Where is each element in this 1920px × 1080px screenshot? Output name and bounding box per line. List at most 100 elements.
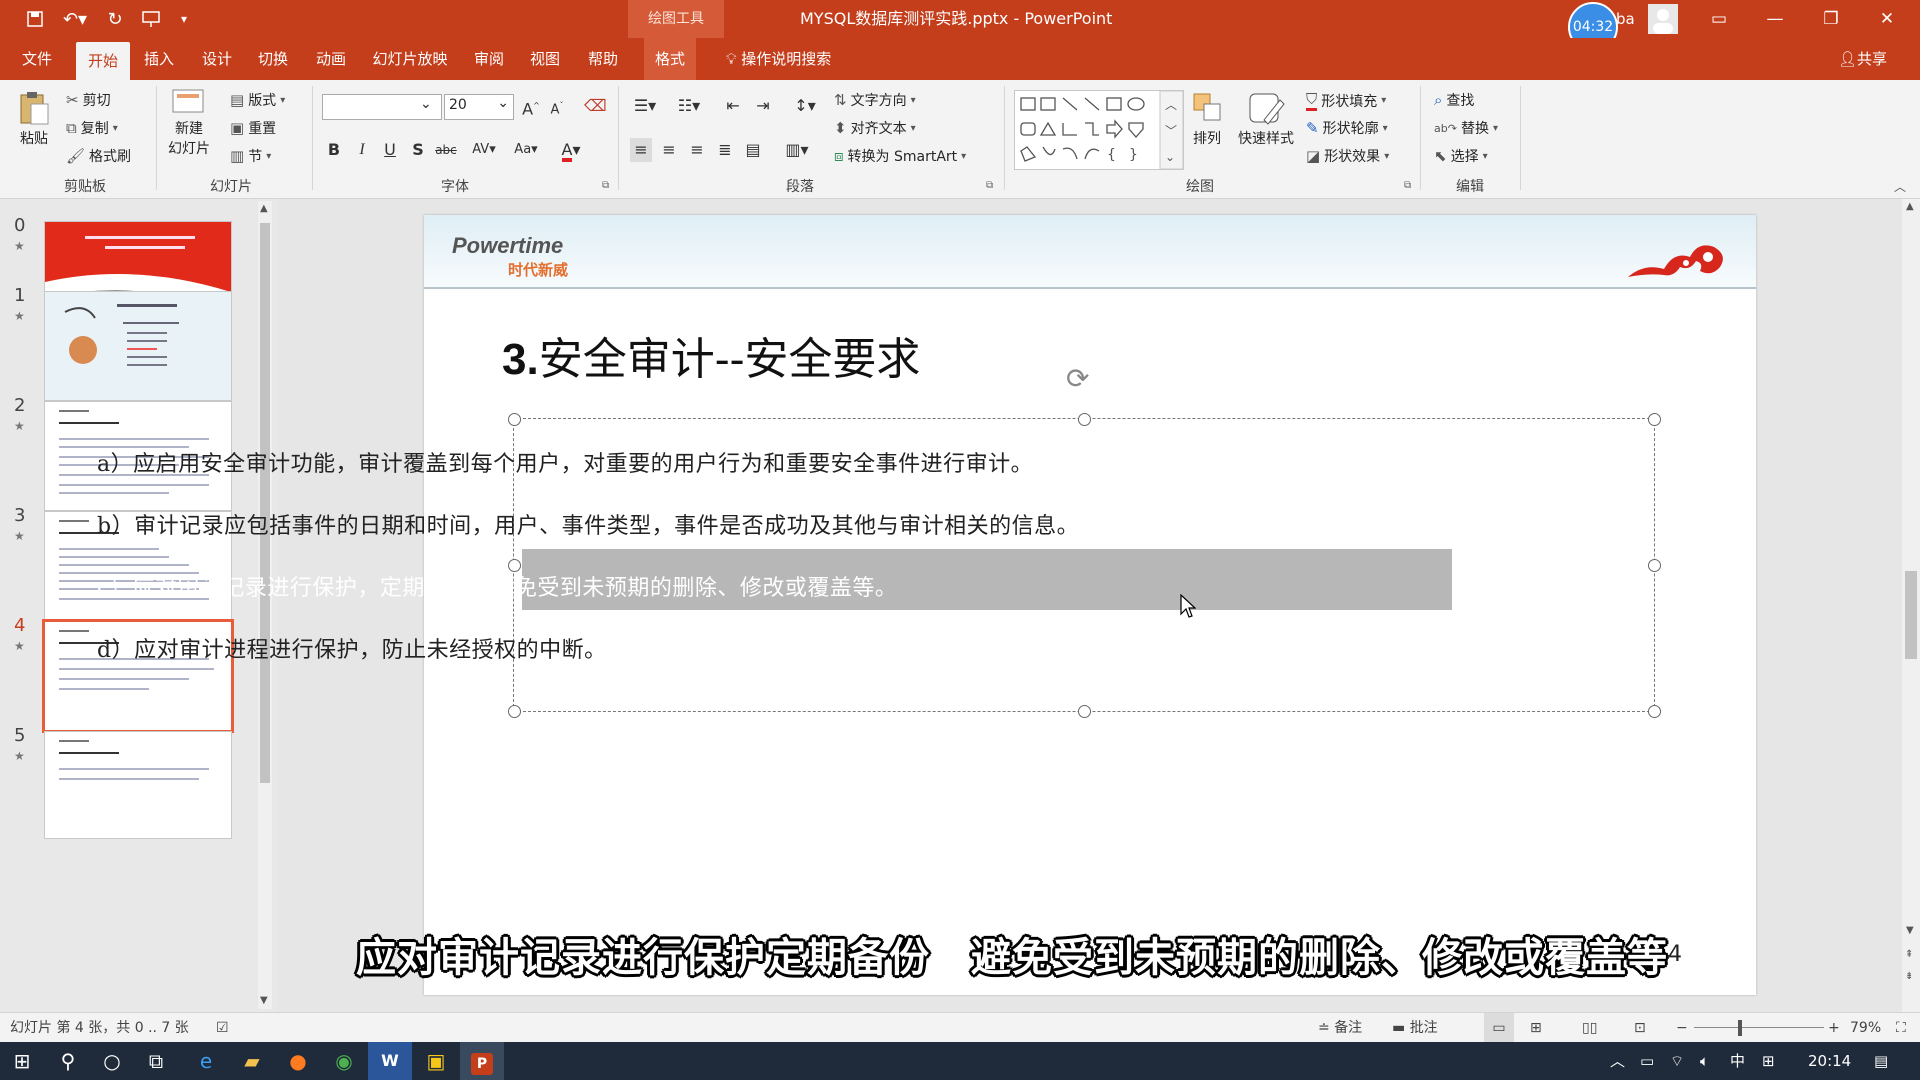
search-icon[interactable]: ⚲ — [46, 1042, 90, 1080]
input-method-icon[interactable]: ⊞ — [1762, 1042, 1775, 1080]
quick-styles-button[interactable]: 快速样式 — [1238, 90, 1294, 148]
font-size-input[interactable]: 20 ⌄ — [444, 94, 514, 120]
scroll-down-icon[interactable]: ▼ — [1906, 925, 1914, 936]
zoom-level[interactable]: 79% — [1850, 1013, 1881, 1043]
chrome-icon[interactable]: ◉ — [322, 1042, 366, 1080]
tab-help[interactable]: 帮助 — [580, 38, 626, 80]
bullet-line-c[interactable]: c）应对审计记录进行保护，定期备份，避免受到未预期的删除、修改或覆盖等。 — [97, 570, 897, 602]
underline-icon[interactable]: U — [379, 138, 401, 162]
minimize-icon[interactable]: — — [1752, 0, 1798, 38]
zoom-in-icon[interactable]: + — [1828, 1013, 1840, 1043]
shrink-font-icon[interactable]: Aˇ — [546, 94, 568, 118]
bold-icon[interactable]: B — [323, 138, 345, 162]
notification-icon[interactable]: ▤ — [1874, 1042, 1888, 1080]
tab-view[interactable]: 视图 — [522, 38, 568, 80]
resize-handle[interactable] — [508, 705, 521, 718]
numbering-icon[interactable]: ☷▾ — [672, 94, 706, 118]
line-spacing-icon[interactable]: ↕▾ — [790, 94, 820, 118]
tab-home[interactable]: 开始 — [76, 42, 130, 80]
redo-icon[interactable]: ↻ — [102, 6, 128, 32]
firefox-icon[interactable]: ● — [276, 1042, 320, 1080]
increase-indent-icon[interactable]: ⇥ — [752, 94, 774, 118]
ime-indicator[interactable]: 中 — [1730, 1042, 1745, 1080]
text-direction-button[interactable]: ⇅ 文字方向 ▾ — [834, 90, 916, 110]
task-view-icon[interactable]: ⧉ — [134, 1042, 178, 1080]
slide-scrollbar[interactable]: ▲ ▼ ⇞ ⇟ — [1902, 199, 1920, 1012]
resize-handle[interactable] — [1648, 559, 1661, 572]
chevron-down-icon[interactable]: ⌄ — [420, 96, 432, 112]
customize-icon[interactable]: ▾ — [174, 6, 194, 32]
word-icon[interactable]: W — [368, 1042, 412, 1080]
powerpoint-icon[interactable]: P — [460, 1042, 504, 1080]
columns-icon[interactable]: ▥▾ — [780, 138, 814, 162]
format-painter-button[interactable]: 🖌︎ 格式刷 — [66, 146, 131, 166]
reading-view-icon[interactable]: ▯▯ — [1582, 1013, 1597, 1043]
edge-icon[interactable]: e — [184, 1042, 228, 1080]
align-center-icon[interactable]: ≡ — [658, 138, 680, 162]
share-button[interactable]: 👤︎共享 — [1838, 38, 1887, 80]
layout-button[interactable]: ▤ 版式 ▾ — [230, 90, 285, 110]
tab-review[interactable]: 审阅 — [466, 38, 512, 80]
shadow-icon[interactable]: S — [407, 138, 429, 162]
ribbon-display-icon[interactable]: ▭ — [1696, 0, 1742, 38]
scroll-up-icon[interactable]: ▲ — [1906, 201, 1914, 212]
align-right-icon[interactable]: ≡ — [686, 138, 708, 162]
bullet-line-b[interactable]: b）审计记录应包括事件的日期和时间，用户、事件类型，事件是否成功及其他与审计相关… — [97, 508, 1079, 540]
distributed-icon[interactable]: ▤ — [742, 138, 764, 162]
italic-icon[interactable]: I — [351, 138, 373, 162]
tab-insert[interactable]: 插入 — [136, 38, 182, 80]
decrease-indent-icon[interactable]: ⇤ — [722, 94, 744, 118]
windows-start-icon[interactable]: ⊞ — [0, 1042, 44, 1080]
cortana-icon[interactable]: ○ — [90, 1042, 134, 1080]
sticky-notes-icon[interactable]: ▣ — [414, 1042, 458, 1080]
shapes-gallery[interactable]: {} ︿ ﹀ ⌄ — [1014, 90, 1184, 170]
slide-heading[interactable]: 3.安全审计--安全要求 — [502, 323, 920, 387]
section-button[interactable]: ▥ 节 ▾ — [230, 146, 271, 166]
grow-font-icon[interactable]: A^ — [520, 94, 542, 118]
thumbnail-scrollbar[interactable]: ▲ ▼ — [258, 201, 272, 1009]
dialog-launcher-icon[interactable]: ⧉ — [986, 180, 993, 191]
dialog-launcher-icon[interactable]: ⧉ — [1404, 180, 1411, 191]
slide-sorter-icon[interactable]: ⊞ — [1530, 1013, 1542, 1043]
scroll-thumb[interactable] — [1905, 571, 1917, 659]
collapse-ribbon-icon[interactable]: ︿ — [1894, 178, 1906, 195]
scroll-thumb[interactable] — [260, 223, 270, 783]
normal-view-icon[interactable]: ▭ — [1484, 1013, 1514, 1043]
find-button[interactable]: ⌕ 查找 — [1434, 90, 1474, 110]
reset-button[interactable]: ▣ 重置 — [230, 118, 276, 138]
strikethrough-icon[interactable]: abc — [435, 138, 457, 162]
undo-icon[interactable]: ↶▾ — [58, 6, 92, 32]
tab-format[interactable]: 格式 — [644, 38, 696, 80]
cut-button[interactable]: ✂ 剪切 — [66, 90, 111, 110]
tab-slideshow[interactable]: 幻灯片放映 — [368, 38, 452, 80]
resize-handle[interactable] — [508, 413, 521, 426]
slide-thumbnail-5[interactable] — [44, 731, 232, 839]
replace-button[interactable]: ab↷ 替换 ▾ — [1434, 118, 1498, 138]
accessibility-icon[interactable]: ☑ — [216, 1013, 229, 1043]
resize-handle[interactable] — [1078, 705, 1091, 718]
scroll-down-icon[interactable]: ▼ — [260, 995, 268, 1006]
justify-icon[interactable]: ≣ — [714, 138, 736, 162]
maximize-icon[interactable]: ❐ — [1808, 0, 1854, 38]
clock[interactable]: 20:14 — [1808, 1042, 1851, 1080]
shape-fill-button[interactable]: ⛉ 形状填充 ▾ — [1306, 90, 1386, 111]
align-text-button[interactable]: ⬍ 对齐文本 ▾ — [834, 118, 916, 138]
scroll-up-icon[interactable]: ▲ — [260, 203, 268, 214]
slideshow-view-icon[interactable]: ⊡ — [1634, 1013, 1646, 1043]
shape-effects-button[interactable]: ◪ 形状效果 ▾ — [1306, 146, 1389, 166]
paste-button[interactable]: 粘贴 — [18, 90, 50, 148]
rotate-handle-icon[interactable]: ⟳ — [1066, 362, 1089, 395]
zoom-out-icon[interactable]: − — [1676, 1013, 1688, 1043]
avatar[interactable] — [1648, 4, 1678, 34]
tab-design[interactable]: 设计 — [194, 38, 240, 80]
volume-icon[interactable]: 🔈︎ — [1700, 1042, 1709, 1080]
next-slide-icon[interactable]: ⇟ — [1905, 971, 1913, 982]
fit-slide-icon[interactable]: ⛶ — [1896, 1013, 1906, 1043]
arrange-button[interactable]: 排列 — [1190, 90, 1224, 148]
shape-outline-button[interactable]: ✎ 形状轮廓 ▾ — [1306, 118, 1388, 138]
font-color-icon[interactable]: A▾ — [556, 138, 586, 162]
present-icon[interactable] — [138, 6, 164, 32]
char-spacing-icon[interactable]: AV▾ — [466, 138, 502, 162]
tab-animations[interactable]: 动画 — [308, 38, 354, 80]
file-explorer-icon[interactable]: ▰ — [230, 1042, 274, 1080]
